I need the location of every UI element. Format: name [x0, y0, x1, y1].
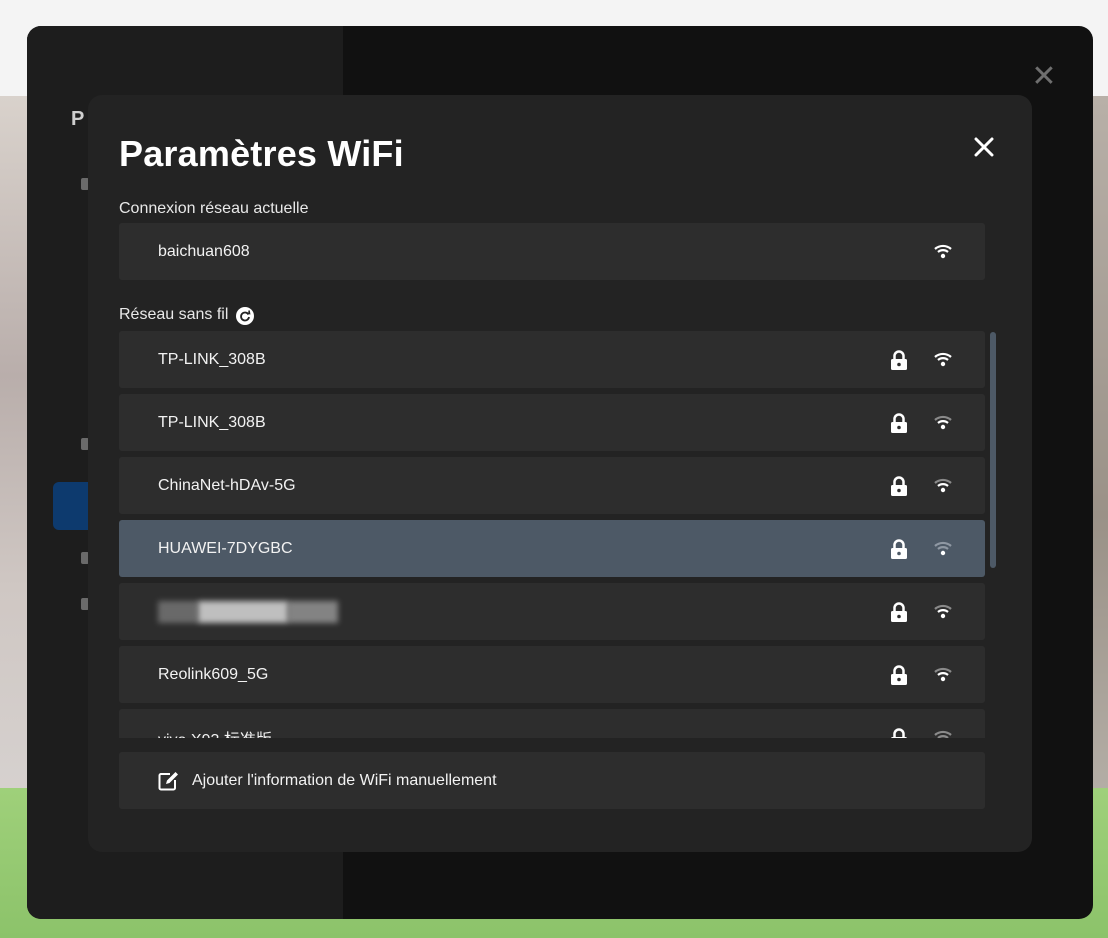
network-name: vivo X93 标准版	[158, 726, 985, 739]
wireless-networks-label-text: Réseau sans fil	[119, 306, 229, 323]
wifi-signal-icon	[934, 478, 952, 493]
current-network-name: baichuan608	[158, 242, 250, 260]
lock-icon	[891, 665, 907, 685]
current-network-row[interactable]: baichuan608	[119, 223, 985, 280]
network-row[interactable]: Reolink609_5G	[119, 646, 985, 703]
lock-icon	[891, 413, 907, 433]
network-name: ChinaNet-hDAv-5G	[158, 476, 296, 494]
wifi-signal-icon	[934, 541, 952, 556]
wifi-signal-icon	[934, 667, 952, 682]
network-row[interactable]: TP-LINK_308B	[119, 394, 985, 451]
lock-icon	[891, 602, 907, 622]
wifi-signal-icon	[934, 730, 952, 738]
underlying-title-fragment: P	[71, 108, 85, 130]
dialog-title: Paramètres WiFi	[119, 133, 404, 174]
list-scrollbar[interactable]	[990, 332, 996, 568]
network-name: TP-LINK_308B	[158, 350, 266, 368]
close-icon	[974, 137, 994, 157]
lock-icon	[891, 476, 907, 496]
edit-icon	[158, 771, 178, 790]
lock-icon	[891, 350, 907, 370]
redacted-network-name	[158, 600, 985, 623]
wifi-signal-icon	[934, 415, 952, 430]
network-row-selected[interactable]: HUAWEI-7DYGBC	[119, 520, 985, 577]
network-name: Reolink609_5G	[158, 665, 269, 683]
network-name: HUAWEI-7DYGBC	[158, 539, 293, 557]
lock-icon	[891, 728, 907, 738]
wireless-network-list[interactable]: TP-LINK_308B TP-LINK_308B ChinaNet-hDAv-…	[88, 331, 1032, 738]
add-wifi-manually-label: Ajouter l'information de WiFi manuelleme…	[192, 771, 497, 789]
underlying-close-icon[interactable]: ✕	[1030, 62, 1058, 92]
add-wifi-manually-button[interactable]: Ajouter l'information de WiFi manuelleme…	[119, 752, 985, 809]
wifi-settings-dialog: Paramètres WiFi Connexion réseau actuell…	[88, 95, 1032, 852]
network-row[interactable]: vivo X93 标准版	[119, 709, 985, 738]
network-name: TP-LINK_308B	[158, 413, 266, 431]
wifi-signal-icon	[934, 604, 952, 619]
lock-icon	[891, 539, 907, 559]
wireless-networks-label: Réseau sans fil	[119, 306, 255, 325]
network-row-redacted[interactable]	[119, 583, 985, 640]
current-connection-label: Connexion réseau actuelle	[119, 200, 309, 217]
refresh-icon[interactable]	[236, 307, 255, 325]
network-row[interactable]: ChinaNet-hDAv-5G	[119, 457, 985, 514]
wifi-signal-icon	[934, 244, 952, 259]
wifi-signal-icon	[934, 352, 952, 367]
network-row[interactable]: TP-LINK_308B	[119, 331, 985, 388]
close-button[interactable]	[968, 131, 1000, 163]
